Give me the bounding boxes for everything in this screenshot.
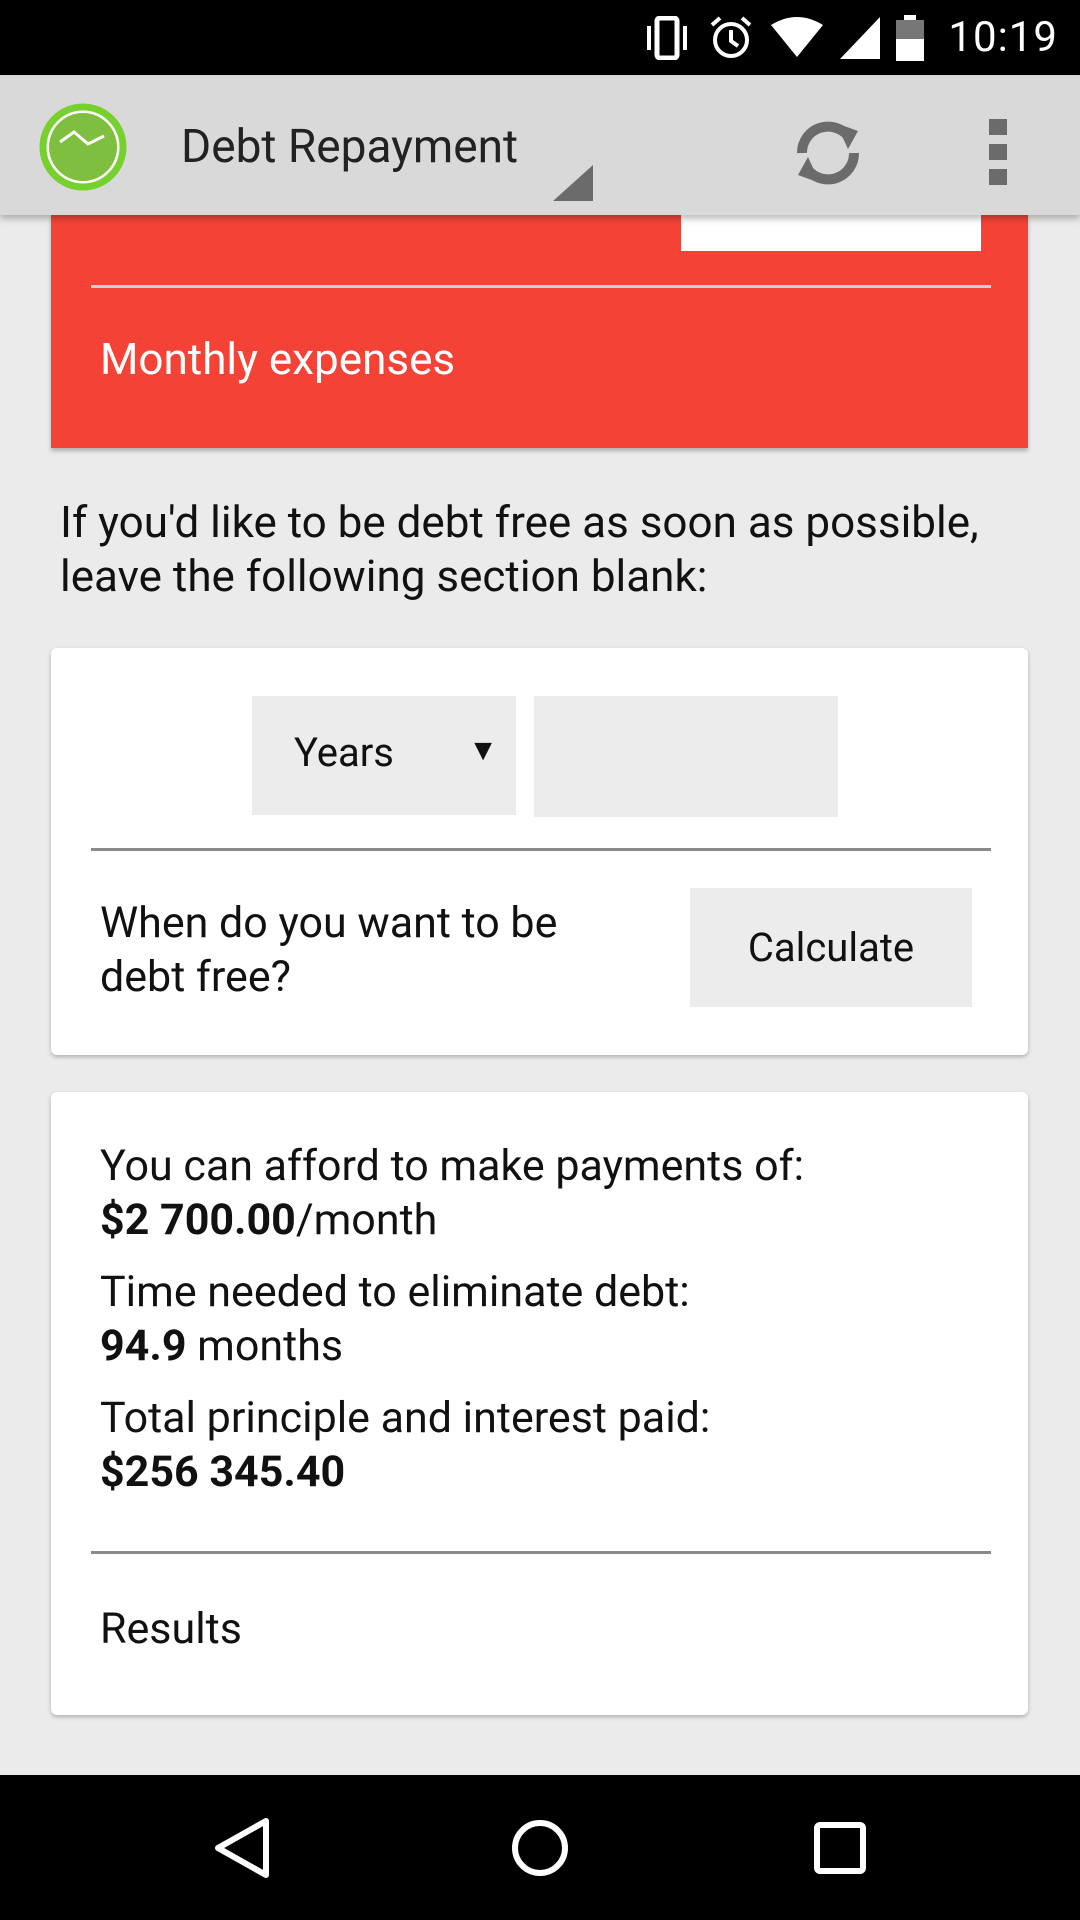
results-card: You can afford to make payments of: $2 7… <box>51 1092 1028 1715</box>
content-area[interactable]: Monthly expenses If you'd like to be deb… <box>0 215 1080 1775</box>
question-label: When do you want to be debt free? <box>100 898 558 1002</box>
status-time: 10:19 <box>948 13 1058 62</box>
screen-title[interactable]: Debt Repayment <box>181 120 518 174</box>
action-bar: Debt Repayment <box>0 75 1080 215</box>
app-logo-icon[interactable] <box>38 102 128 192</box>
results-section-label: Results <box>100 1604 242 1654</box>
cell-signal-icon <box>840 16 881 59</box>
alarm-icon <box>708 15 754 61</box>
battery-icon <box>896 14 925 61</box>
calculate-button[interactable]: Calculate <box>690 888 972 1007</box>
time-label: Time needed to eliminate debt: <box>100 1267 690 1317</box>
expense-input-partial[interactable] <box>681 215 981 251</box>
status-icons: 10:19 <box>642 0 1058 75</box>
home-icon[interactable] <box>510 1815 570 1885</box>
recents-icon[interactable] <box>812 1815 868 1885</box>
payment-value: $2 700.00 <box>100 1195 296 1245</box>
dropdown-arrow-icon: ▼ <box>468 733 498 768</box>
time-value: 94.9 <box>100 1321 187 1371</box>
card-divider <box>91 285 991 288</box>
monthly-expenses-card[interactable]: Monthly expenses <box>51 215 1028 448</box>
payment-unit: /month <box>295 1195 438 1245</box>
spinner-indicator-icon[interactable] <box>553 165 593 205</box>
payment-result: You can afford to make payments of: $2 7… <box>100 1139 804 1247</box>
back-icon[interactable] <box>210 1815 272 1885</box>
refresh-icon[interactable] <box>784 109 872 197</box>
navigation-bar <box>0 1775 1080 1920</box>
debt-free-target-card: Years ▼ When do you want to be debt free… <box>51 648 1028 1055</box>
time-amount-input[interactable] <box>534 696 838 817</box>
time-result: Time needed to eliminate debt: 94.9 mont… <box>100 1265 690 1373</box>
time-unit: months <box>186 1321 344 1371</box>
card-label: Monthly expenses <box>100 333 456 385</box>
vibrate-icon <box>642 15 692 60</box>
wifi-icon <box>770 16 824 59</box>
instruction-text: If you'd like to be debt free as soon as… <box>60 496 979 602</box>
overflow-menu-icon[interactable] <box>978 117 1018 187</box>
card-divider <box>91 1551 991 1554</box>
status-bar: 10:19 <box>0 0 1080 75</box>
total-result: Total principle and interest paid: $256 … <box>100 1391 710 1499</box>
payment-label: You can afford to make payments of: <box>100 1141 804 1191</box>
card-divider <box>91 848 991 851</box>
select-value: Years <box>294 729 394 776</box>
total-value: $256 345.40 <box>100 1447 346 1497</box>
total-label: Total principle and interest paid: <box>100 1393 711 1443</box>
time-unit-select[interactable]: Years ▼ <box>252 696 516 815</box>
